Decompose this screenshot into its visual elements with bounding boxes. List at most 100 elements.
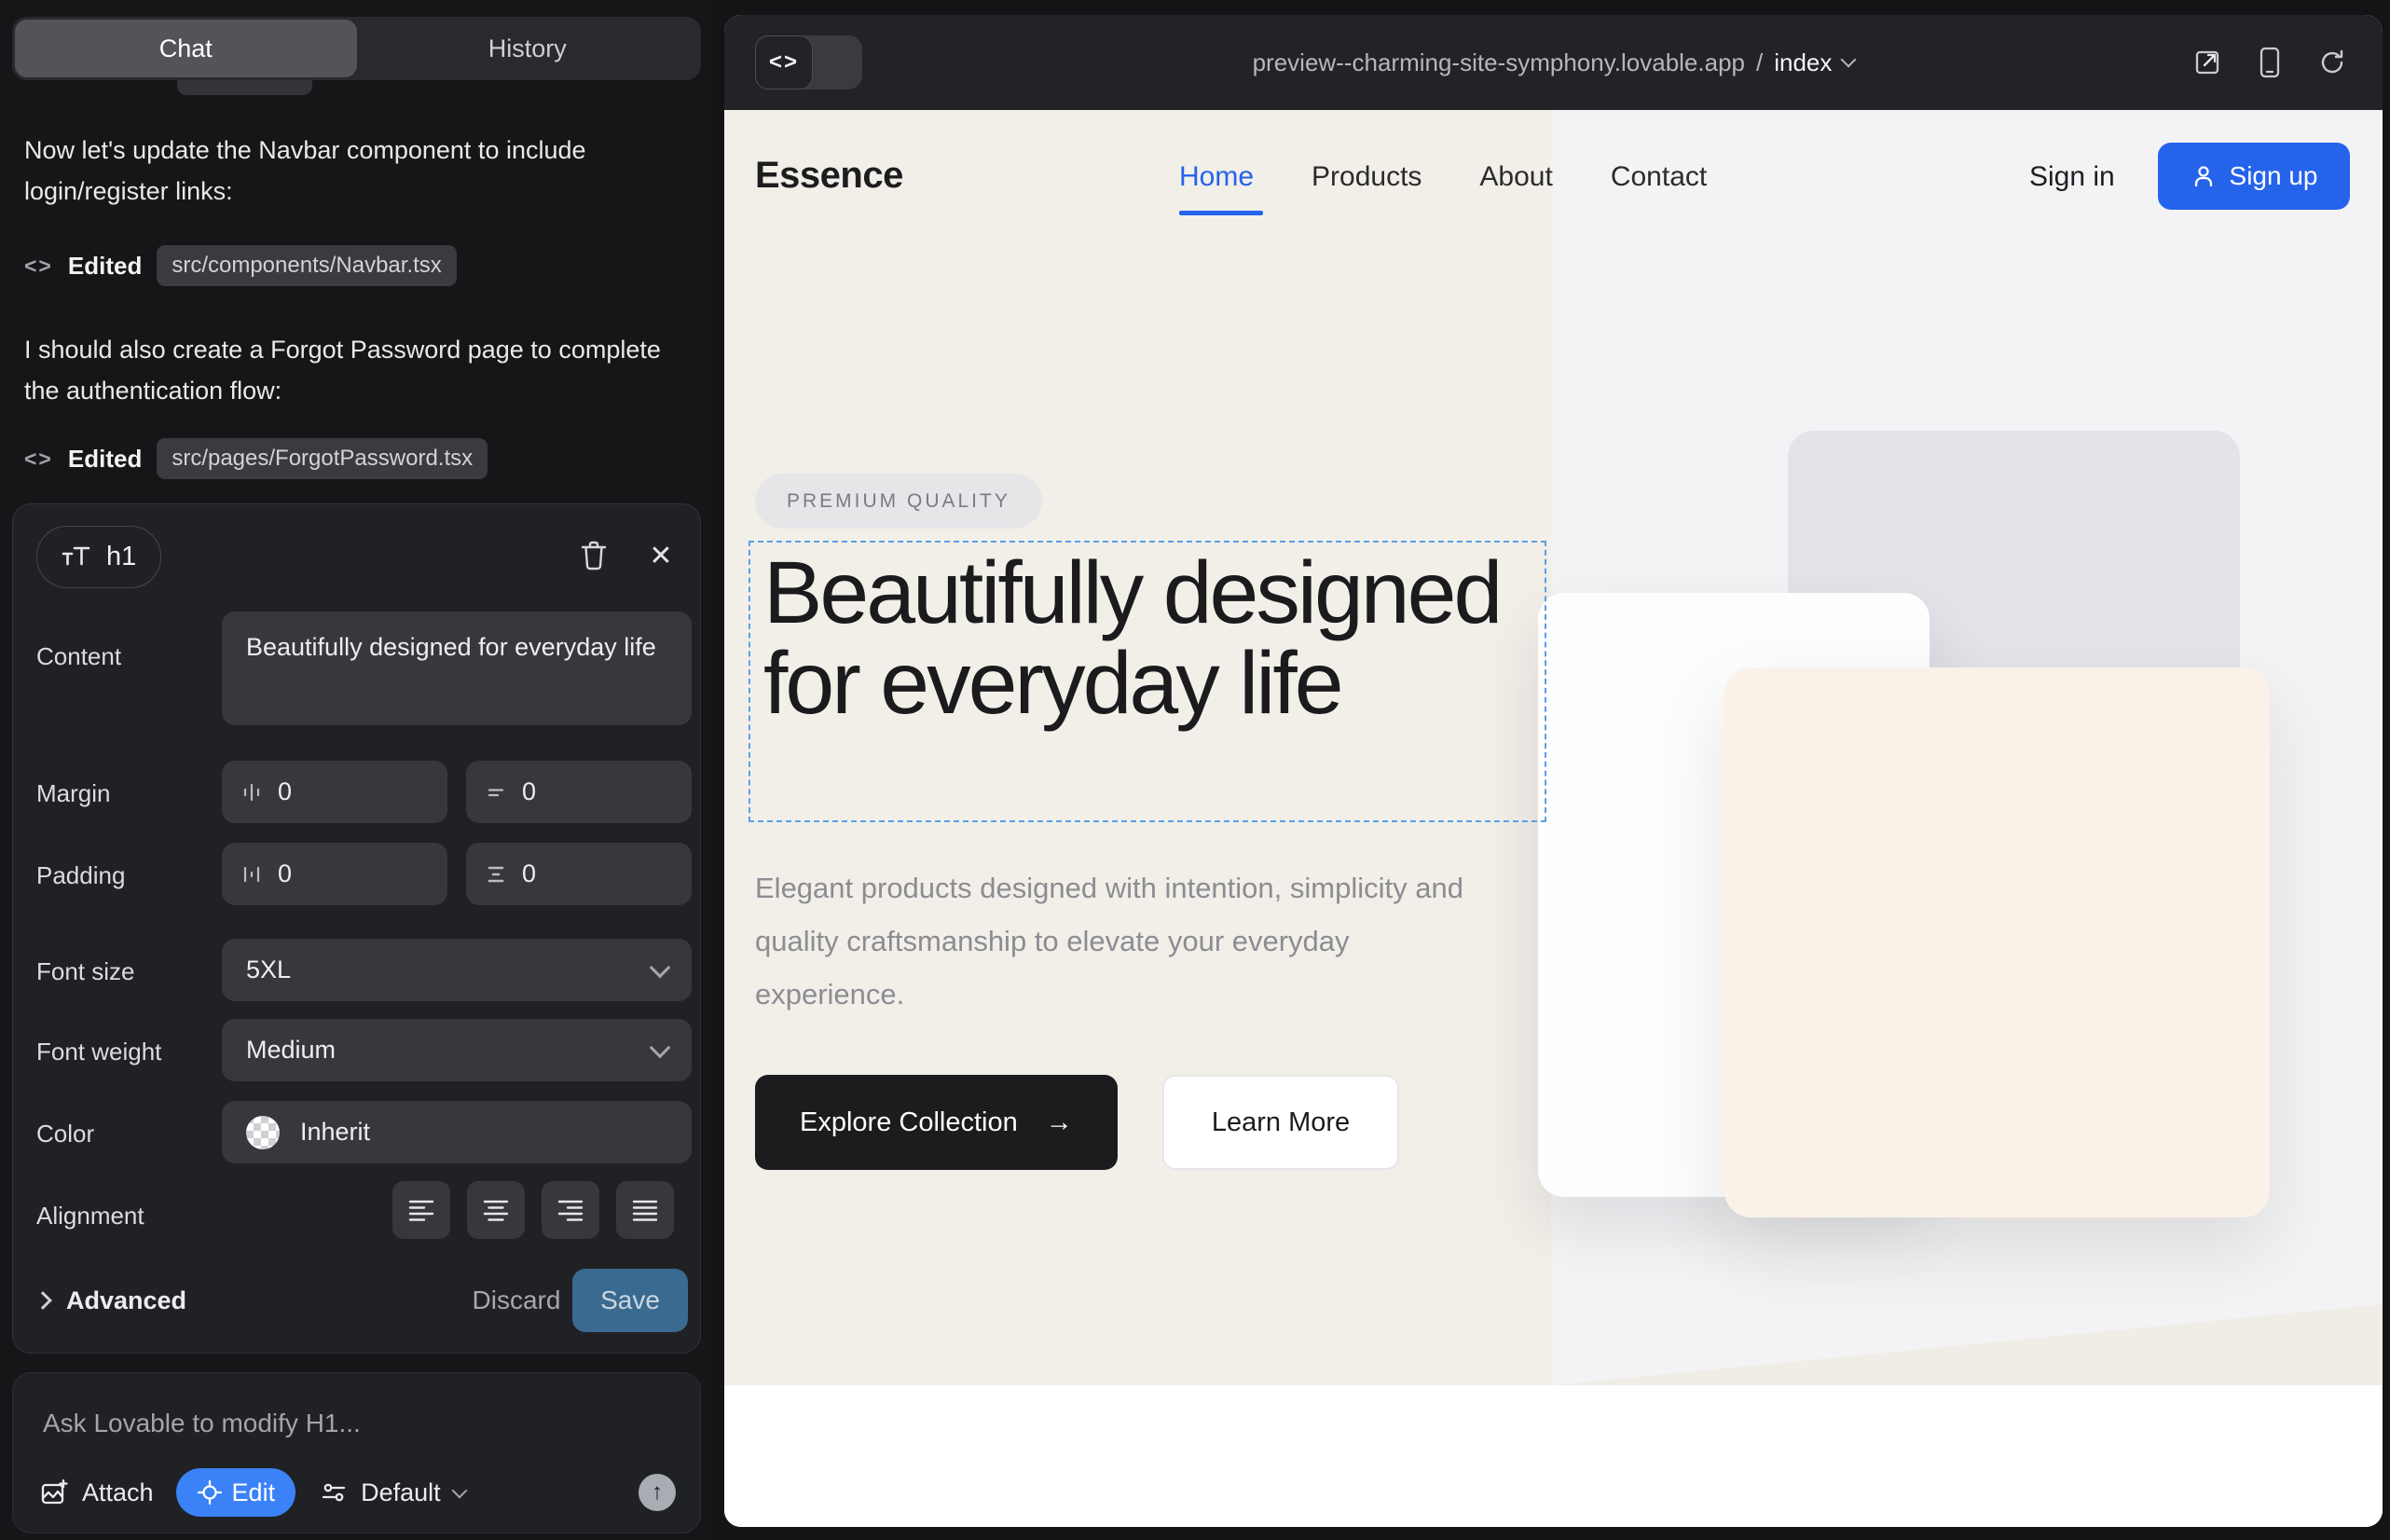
nav-link-about[interactable]: About xyxy=(1479,161,1552,193)
attach-button[interactable]: Attach xyxy=(82,1478,154,1507)
discard-button[interactable]: Discard xyxy=(470,1269,563,1332)
edit-mode-button[interactable]: Edit xyxy=(176,1468,296,1517)
advanced-label: Advanced xyxy=(66,1286,186,1315)
refresh-icon[interactable] xyxy=(2317,48,2347,77)
hero-badge: PREMIUM QUALITY xyxy=(755,474,1042,529)
align-left-button[interactable] xyxy=(392,1181,450,1239)
chat-sidebar: Chat History Now let's update the Navbar… xyxy=(0,0,713,1540)
chat-history-tabbar: Chat History xyxy=(12,17,701,80)
chat-message: Now let's update the Navbar component to… xyxy=(24,130,686,212)
edited-label: Edited xyxy=(68,445,142,474)
nav-link-home[interactable]: Home xyxy=(1179,161,1254,193)
chrome-actions xyxy=(2192,15,2347,110)
url-page: index xyxy=(1774,48,1832,77)
margin-y-icon xyxy=(485,781,507,804)
code-icon[interactable]: <> xyxy=(755,35,813,89)
send-button[interactable]: ↑ xyxy=(639,1474,676,1511)
font-size-value: 5XL xyxy=(246,956,291,984)
padding-label: Padding xyxy=(36,861,125,890)
chevron-right-icon xyxy=(34,1291,52,1310)
site-nav: Home Products About Contact xyxy=(1179,161,1707,193)
font-size-label: Font size xyxy=(36,957,135,986)
margin-label: Margin xyxy=(36,779,110,808)
learn-more-button[interactable]: Learn More xyxy=(1162,1075,1399,1170)
open-external-icon[interactable] xyxy=(2192,48,2222,77)
chevron-down-icon xyxy=(650,956,671,978)
align-justify-button[interactable] xyxy=(616,1181,674,1239)
padding-x-input[interactable]: 0 xyxy=(222,843,447,905)
edited-file-row[interactable]: <> Edited src/pages/ForgotPassword.tsx xyxy=(24,437,488,480)
padding-y-icon xyxy=(485,863,507,886)
code-icon: <> xyxy=(24,447,53,472)
explore-label: Explore Collection xyxy=(800,1107,1018,1138)
close-panel-button[interactable]: ✕ xyxy=(639,534,682,577)
nav-link-products[interactable]: Products xyxy=(1312,161,1422,193)
margin-x-input[interactable]: 0 xyxy=(222,761,447,823)
nav-link-contact[interactable]: Contact xyxy=(1611,161,1707,193)
signup-label: Sign up xyxy=(2230,161,2318,191)
sliders-icon xyxy=(320,1478,348,1506)
color-label: Color xyxy=(36,1120,94,1148)
decorative-card-cream xyxy=(1724,667,2270,1217)
url-separator: / xyxy=(1756,48,1763,77)
font-weight-select[interactable]: Medium xyxy=(222,1019,692,1081)
attach-image-icon xyxy=(39,1478,69,1507)
code-icon: <> xyxy=(24,254,53,279)
app-root: Chat History Now let's update the Navbar… xyxy=(0,0,2390,1540)
padding-y-input[interactable]: 0 xyxy=(466,843,692,905)
hero-headline[interactable]: Beautifully designed for everyday life xyxy=(750,543,1545,735)
tab-history[interactable]: History xyxy=(357,20,699,77)
selection-outline[interactable]: Beautifully designed for everyday life xyxy=(749,541,1546,822)
element-tag-label: h1 xyxy=(106,542,136,572)
delete-element-button[interactable] xyxy=(572,534,615,577)
alignment-label: Alignment xyxy=(36,1202,144,1231)
site-logo[interactable]: Essence xyxy=(755,155,903,197)
site-content: Essence Home Products About Contact Sign… xyxy=(724,110,2383,1527)
margin-x-icon xyxy=(240,781,263,804)
preview-window: preview--charming-site-symphony.lovable.… xyxy=(724,15,2383,1527)
signin-link[interactable]: Sign in xyxy=(2029,161,2115,193)
font-weight-label: Font weight xyxy=(36,1038,161,1066)
browser-chrome: preview--charming-site-symphony.lovable.… xyxy=(724,15,2383,110)
arrow-right-icon: → xyxy=(1046,1107,1073,1138)
default-mode-button[interactable]: Default xyxy=(361,1478,441,1507)
edited-file-row[interactable]: <> Edited src/components/Navbar.tsx xyxy=(24,244,457,287)
save-button[interactable]: Save xyxy=(572,1269,688,1332)
advanced-toggle[interactable]: Advanced xyxy=(36,1269,186,1332)
font-size-select[interactable]: 5XL xyxy=(222,939,692,1001)
color-select[interactable]: Inherit xyxy=(222,1101,692,1163)
prompt-input[interactable]: Ask Lovable to modify H1... xyxy=(43,1409,361,1438)
explore-collection-button[interactable]: Explore Collection → xyxy=(755,1075,1118,1170)
edit-label: Edit xyxy=(232,1478,276,1507)
file-badge[interactable]: src/components/Navbar.tsx xyxy=(157,245,456,286)
signup-button[interactable]: Sign up xyxy=(2158,143,2350,210)
alignment-group xyxy=(392,1181,674,1239)
chevron-down-icon xyxy=(1841,52,1857,68)
hero-paragraph: Elegant products designed with intention… xyxy=(755,861,1482,1021)
tab-chat[interactable]: Chat xyxy=(15,20,357,77)
padding-x-icon xyxy=(240,863,263,886)
prompt-toolbar: Attach Edit Default xyxy=(13,1466,702,1519)
edited-label: Edited xyxy=(68,252,142,281)
margin-y-value: 0 xyxy=(522,777,536,806)
user-icon xyxy=(2191,163,2217,189)
element-editor-panel: h1 ✕ Content Beautifully designed for ev… xyxy=(12,503,701,1354)
chevron-down-icon xyxy=(650,1037,671,1058)
chat-message: I should also create a Forgot Password p… xyxy=(24,329,686,411)
code-preview-toggle[interactable]: <> xyxy=(755,35,862,89)
align-center-button[interactable] xyxy=(467,1181,525,1239)
type-icon xyxy=(62,544,93,571)
clipped-badge xyxy=(177,80,312,95)
align-right-button[interactable] xyxy=(542,1181,599,1239)
prompt-card: Ask Lovable to modify H1... Attach xyxy=(12,1372,701,1533)
url-bar[interactable]: preview--charming-site-symphony.lovable.… xyxy=(724,15,2383,110)
content-input[interactable]: Beautifully designed for everyday life xyxy=(222,612,692,725)
padding-y-value: 0 xyxy=(522,859,536,888)
selected-element-pill: h1 xyxy=(36,526,161,588)
url-host: preview--charming-site-symphony.lovable.… xyxy=(1253,48,1745,77)
padding-x-value: 0 xyxy=(278,859,292,888)
file-badge[interactable]: src/pages/ForgotPassword.tsx xyxy=(157,438,488,479)
mobile-view-icon[interactable] xyxy=(2258,47,2282,78)
target-icon xyxy=(197,1479,223,1506)
margin-y-input[interactable]: 0 xyxy=(466,761,692,823)
